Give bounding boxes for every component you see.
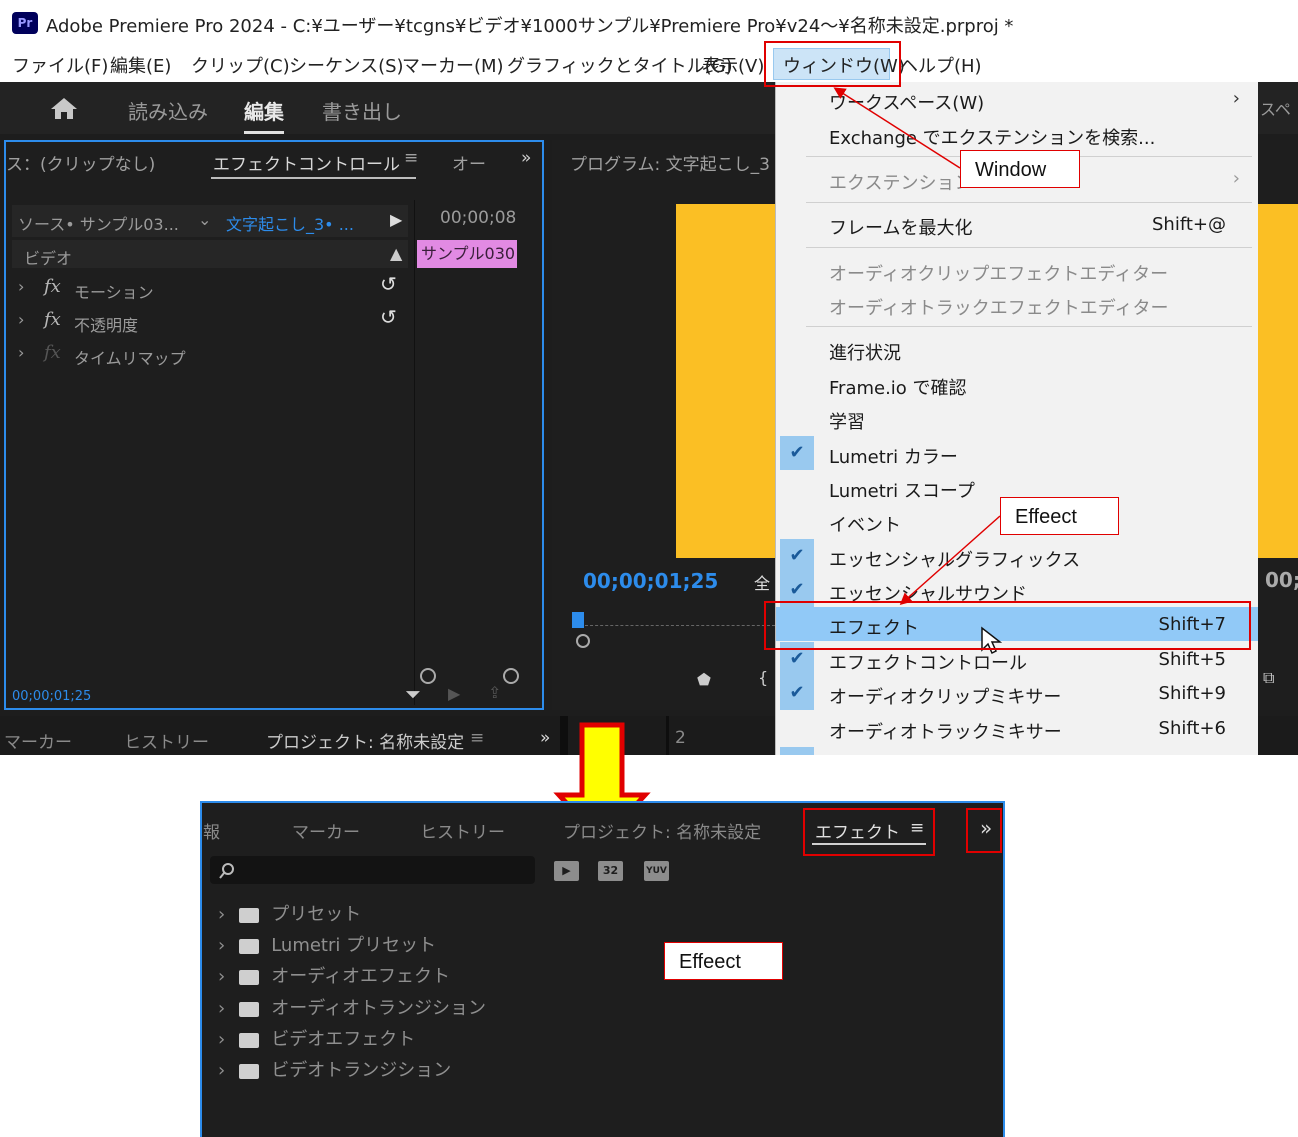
- expand-highlight-box: [966, 808, 1002, 853]
- effect-callout-bottom: Effeect: [664, 942, 783, 980]
- tab-history[interactable]: ヒストリー: [420, 818, 505, 843]
- tree-item-lumetri-presets[interactable]: › Lumetri プリセット: [218, 931, 436, 957]
- yuv-effects-icon[interactable]: YUV: [644, 861, 669, 881]
- effects-search-input[interactable]: [210, 856, 535, 884]
- folder-icon: [239, 1001, 260, 1017]
- folder-icon: [239, 1063, 260, 1079]
- chevron-right-icon: ›: [218, 966, 226, 987]
- tree-item-audio-effects[interactable]: › オーディオエフェクト: [218, 962, 450, 988]
- effects-tab-highlight-box: [803, 808, 935, 856]
- preset-folder-icon: [239, 907, 260, 923]
- chevron-right-icon: ›: [218, 1060, 226, 1081]
- chevron-right-icon: ›: [218, 1029, 226, 1050]
- 32bit-effects-icon[interactable]: 32: [598, 861, 623, 881]
- chevron-right-icon: ›: [218, 935, 226, 956]
- folder-icon: [239, 1032, 260, 1048]
- tab-markers[interactable]: マーカー: [292, 818, 360, 843]
- chevron-right-icon: ›: [218, 998, 226, 1019]
- tree-item-presets[interactable]: › プリセット: [218, 900, 361, 926]
- folder-icon: [239, 969, 260, 985]
- tab-project[interactable]: プロジェクト: 名称未設定: [563, 818, 761, 843]
- search-icon: [219, 863, 234, 879]
- tree-item-audio-transitions[interactable]: › オーディオトランジション: [218, 994, 486, 1020]
- accelerated-effects-icon[interactable]: ▶: [554, 861, 579, 881]
- tab-info-fragment[interactable]: 報: [203, 818, 220, 843]
- chevron-right-icon: ›: [218, 904, 226, 925]
- tree-item-video-effects[interactable]: › ビデオエフェクト: [218, 1025, 415, 1051]
- preset-folder-icon: [239, 938, 260, 954]
- tree-item-video-transitions[interactable]: › ビデオトランジション: [218, 1056, 451, 1082]
